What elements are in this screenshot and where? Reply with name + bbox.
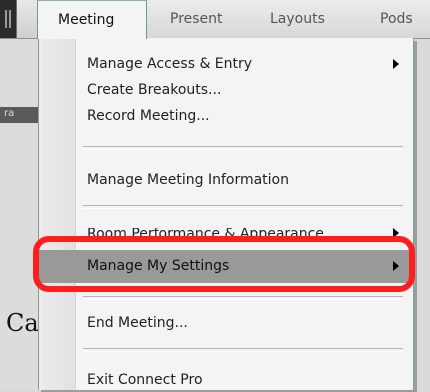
menu-pods[interactable]: Pods bbox=[376, 0, 417, 38]
menu-item-manage-access[interactable]: Manage Access & Entry bbox=[87, 52, 403, 76]
menu-item-create-breakouts[interactable]: Create Breakouts... bbox=[87, 78, 403, 102]
menu-separator bbox=[83, 296, 403, 300]
app-menubar: Meeting Present Layouts Pods bbox=[0, 0, 430, 39]
menu-item-label: Record Meeting... bbox=[87, 108, 210, 124]
menu-layouts[interactable]: Layouts bbox=[266, 0, 329, 38]
background-strip-text: ra bbox=[4, 108, 15, 119]
menu-present[interactable]: Present bbox=[166, 0, 227, 38]
menu-item-label: Create Breakouts... bbox=[87, 82, 222, 98]
menu-separator bbox=[83, 205, 403, 209]
menu-meeting[interactable]: Meeting bbox=[37, 0, 147, 39]
menu-icon-gutter bbox=[39, 38, 76, 390]
menu-item-end-meeting[interactable]: End Meeting... bbox=[87, 311, 403, 335]
menu-item-label: End Meeting... bbox=[87, 315, 188, 331]
menu-item-manage-meeting-info[interactable]: Manage Meeting Information bbox=[87, 168, 403, 192]
red-highlight-annotation bbox=[33, 236, 415, 292]
menu-item-label: Manage Access & Entry bbox=[87, 56, 253, 72]
background-text: Ca bbox=[6, 309, 39, 337]
background-title-strip: ra bbox=[0, 107, 38, 123]
menu-separator bbox=[83, 348, 403, 352]
menu-item-label: Manage Meeting Information bbox=[87, 172, 289, 188]
grip-icon bbox=[0, 0, 16, 38]
meeting-dropdown-menu: Manage Access & Entry Create Breakouts..… bbox=[38, 38, 414, 390]
background-window: ra Ca bbox=[0, 39, 39, 390]
menu-item-record-meeting[interactable]: Record Meeting... bbox=[87, 104, 403, 128]
menu-item-label: Exit Connect Pro bbox=[87, 372, 203, 388]
menu-item-exit-connect-pro[interactable]: Exit Connect Pro bbox=[87, 368, 403, 392]
menu-separator bbox=[83, 146, 403, 150]
submenu-arrow-icon bbox=[393, 59, 399, 69]
menubar-separator bbox=[16, 0, 37, 38]
